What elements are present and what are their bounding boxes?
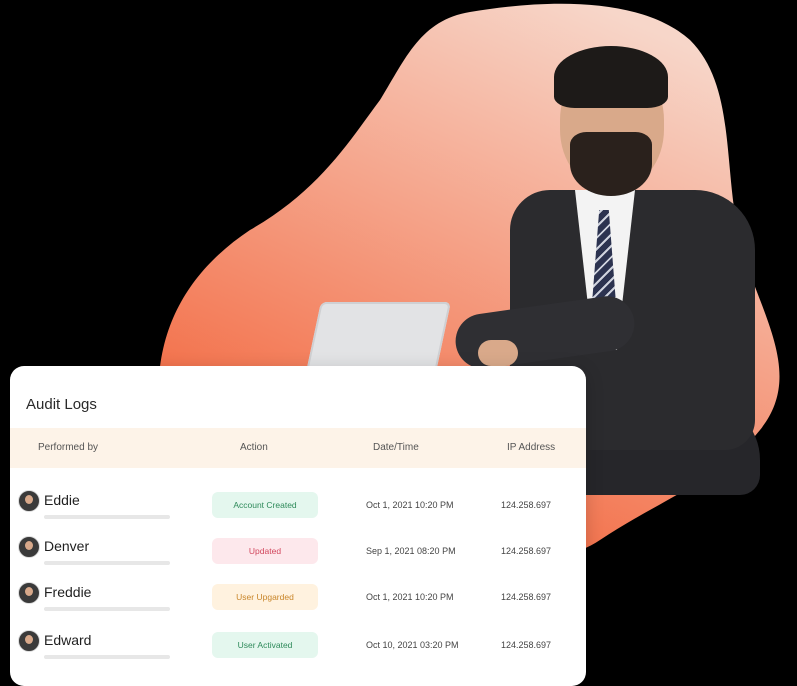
- user-name: Edward: [44, 632, 92, 648]
- ip-address: 124.258.697: [501, 640, 552, 650]
- card-title: Audit Logs: [26, 396, 97, 413]
- table-row[interactable]: Denver Updated Sep 1, 2021 08:20 PM 124.…: [10, 536, 586, 582]
- ip-address: 124.258.697: [501, 546, 552, 556]
- user-name: Freddie: [44, 584, 92, 600]
- name-placeholder-bar: [44, 515, 170, 519]
- avatar: [18, 582, 40, 604]
- person-hand: [478, 340, 518, 366]
- action-badge: Updated: [212, 538, 318, 564]
- column-header-ip-address: IP Address: [507, 442, 556, 453]
- ip-address: 124.258.697: [501, 500, 552, 510]
- date-time: Oct 10, 2021 03:20 PM: [366, 640, 459, 650]
- name-placeholder-bar: [44, 561, 170, 565]
- action-badge: User Activated: [212, 632, 318, 658]
- avatar: [18, 536, 40, 558]
- avatar: [18, 630, 40, 652]
- column-header-action: Action: [240, 442, 268, 453]
- column-header-performed-by: Performed by: [38, 442, 99, 453]
- action-badge: User Upgarded: [212, 584, 318, 610]
- person-hair: [554, 46, 668, 108]
- date-time: Oct 1, 2021 10:20 PM: [366, 500, 454, 510]
- user-name: Denver: [44, 538, 90, 554]
- column-header-date-time: Date/Time: [373, 442, 419, 453]
- table-row[interactable]: Freddie User Upgarded Oct 1, 2021 10:20 …: [10, 582, 586, 628]
- person-beard: [570, 132, 652, 196]
- date-time: Sep 1, 2021 08:20 PM: [366, 546, 456, 556]
- ip-address: 124.258.697: [501, 592, 552, 602]
- table-row[interactable]: Edward User Activated Oct 10, 2021 03:20…: [10, 630, 586, 676]
- action-badge: Account Created: [212, 492, 318, 518]
- avatar: [18, 490, 40, 512]
- name-placeholder-bar: [44, 607, 170, 611]
- date-time: Oct 1, 2021 10:20 PM: [366, 592, 454, 602]
- table-row[interactable]: Eddie Account Created Oct 1, 2021 10:20 …: [10, 490, 586, 536]
- user-name: Eddie: [44, 492, 80, 508]
- audit-logs-card: Audit Logs Performed by Action Date/Time…: [10, 366, 586, 686]
- name-placeholder-bar: [44, 655, 170, 659]
- table-header: Performed by Action Date/Time IP Address: [10, 428, 586, 468]
